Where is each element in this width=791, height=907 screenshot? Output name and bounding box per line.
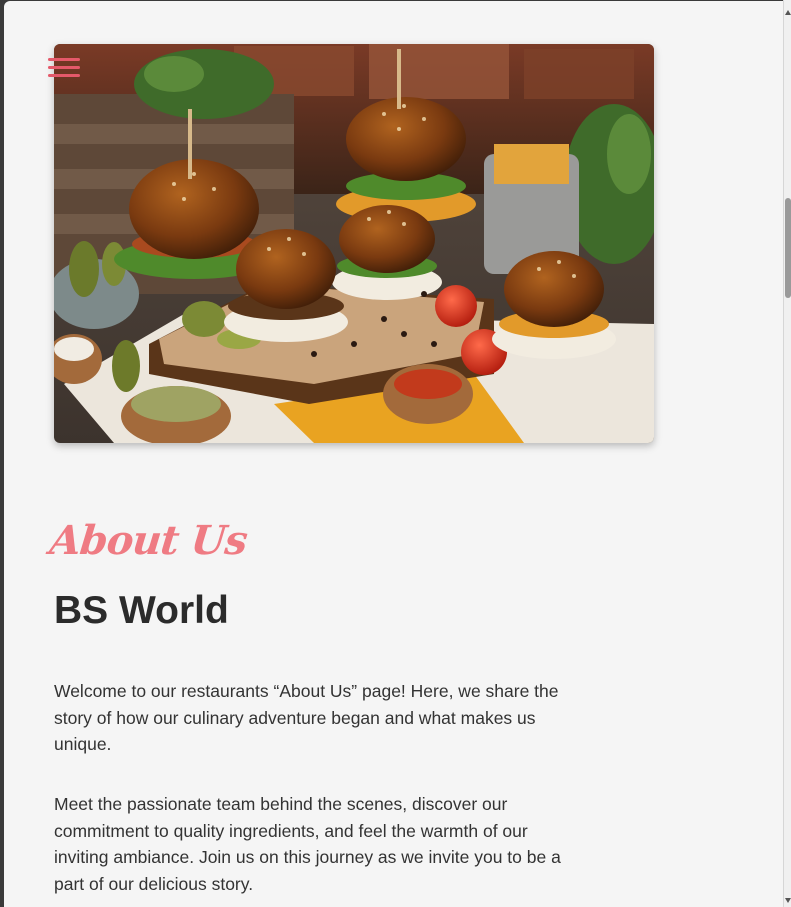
scroll-thumb[interactable] [785,198,791,298]
intro-paragraph: Welcome to our restaurants “About Us” pa… [54,681,559,754]
hero-image [54,44,654,443]
hamburger-menu-icon[interactable] [47,55,81,83]
vertical-scrollbar[interactable] [783,0,791,907]
burgers-photo [54,44,654,443]
scroll-up-icon[interactable] [785,10,791,15]
about-script-heading: About Us [47,517,250,564]
scroll-down-icon[interactable] [785,898,791,903]
page-window: About Us BS World Welcome to our restaur… [4,1,783,907]
team-paragraph: Meet the passionate team behind the scen… [54,794,561,894]
page-title: BS World [54,589,229,632]
